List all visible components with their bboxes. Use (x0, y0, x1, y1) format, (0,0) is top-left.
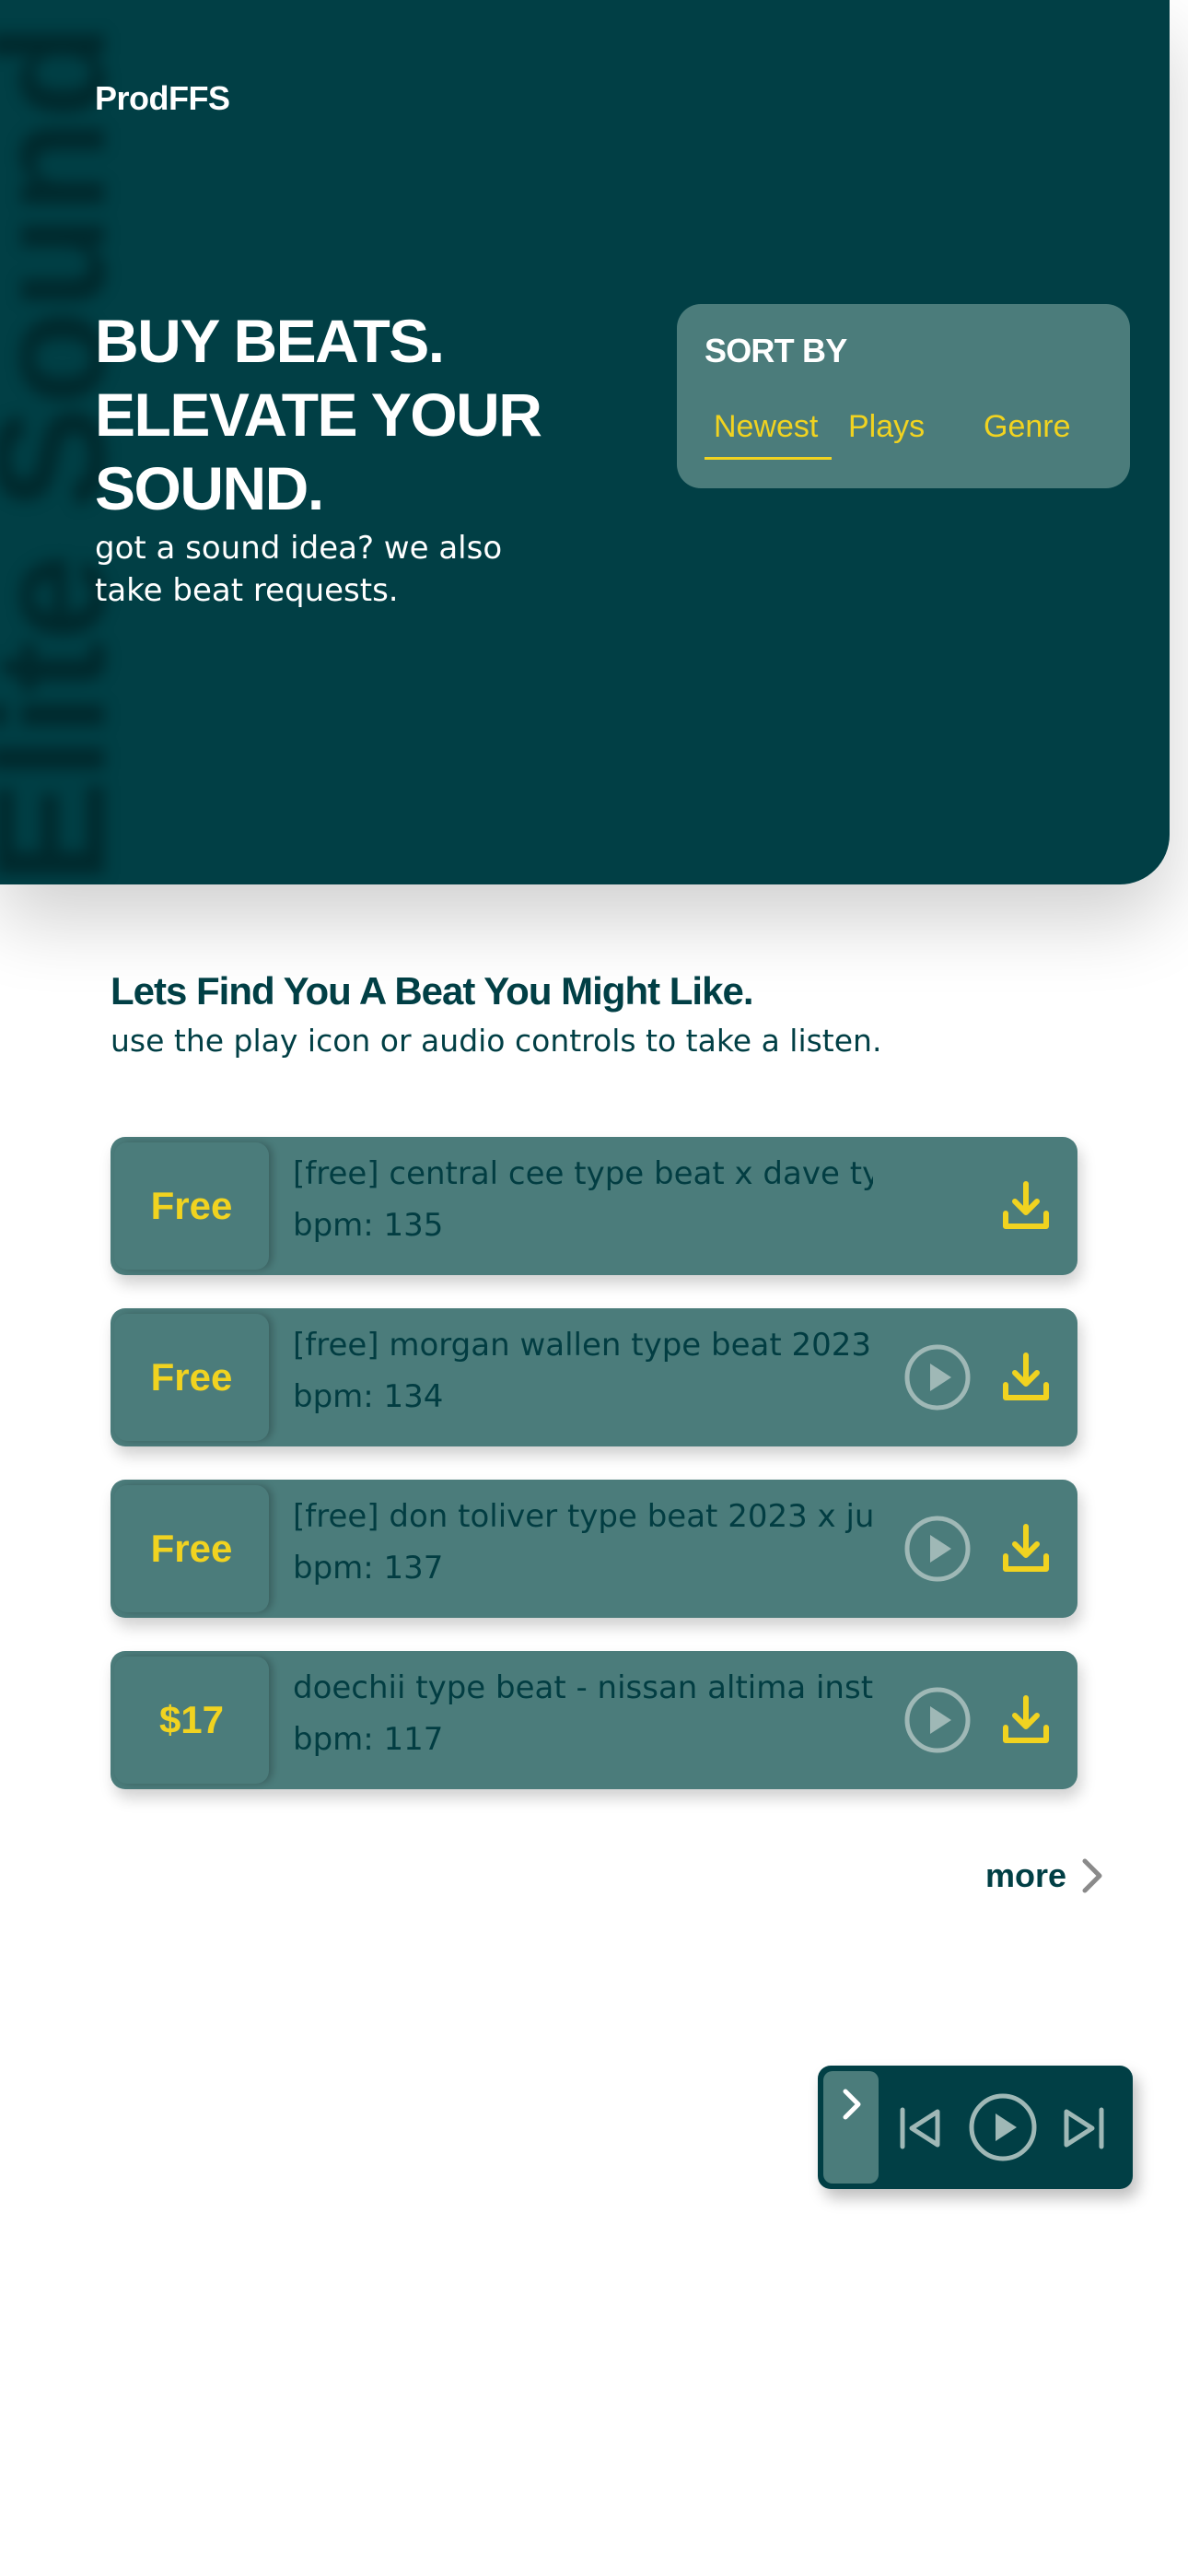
play-circle-icon[interactable] (903, 1514, 973, 1584)
hero-subline: got a sound idea? we also take beat requ… (95, 530, 503, 609)
beat-card[interactable]: Free [free] central cee type beat x dave… (111, 1137, 1077, 1275)
player-toggle-button[interactable] (823, 2071, 879, 2184)
download-icon[interactable] (996, 1177, 1055, 1235)
skip-previous-icon[interactable] (893, 2102, 945, 2158)
price-badge[interactable]: $17 (114, 1657, 269, 1784)
beat-title: [free] central cee type beat x dave typ.… (293, 1155, 873, 1192)
beat-bpm: bpm: 134 (293, 1378, 444, 1415)
price-badge[interactable]: Free (114, 1314, 269, 1441)
hero-headline: BUY BEATS. ELEVATE YOUR SOUND. (95, 307, 542, 522)
skip-next-icon[interactable] (1059, 2102, 1111, 2158)
price-badge[interactable]: Free (114, 1142, 269, 1270)
beat-title: doechii type beat - nissan altima instr.… (293, 1669, 873, 1706)
beat-title: [free] don toliver type beat 2023 x jus.… (293, 1498, 873, 1535)
beat-card[interactable]: $17 doechii type beat - nissan altima in… (111, 1651, 1077, 1789)
play-circle-icon[interactable] (903, 1342, 973, 1412)
section-title: Lets Find You A Beat You Might Like. (111, 969, 753, 1013)
play-circle-icon[interactable] (967, 2091, 1039, 2167)
brand-logo[interactable]: ProdFFS (95, 79, 230, 118)
sort-option-genre[interactable]: Genre (984, 409, 1071, 445)
beat-bpm: bpm: 117 (293, 1721, 444, 1758)
beat-title: [free] morgan wallen type beat 2023 ... (293, 1327, 873, 1364)
play-circle-icon[interactable] (903, 1685, 973, 1755)
download-icon[interactable] (996, 1691, 1055, 1750)
more-label: more (985, 1856, 1067, 1894)
page: Elite Sound ProdFFS BUY BEATS. ELEVATE Y… (0, 0, 1188, 2576)
sort-by-title: SORT BY (705, 332, 847, 369)
beat-bpm: bpm: 137 (293, 1550, 444, 1587)
beat-card[interactable]: Free [free] morgan wallen type beat 2023… (111, 1308, 1077, 1446)
sort-option-newest[interactable]: Newest (714, 409, 818, 445)
download-icon[interactable] (996, 1519, 1055, 1578)
sort-option-plays[interactable]: Plays (848, 409, 925, 445)
hero-section: Elite Sound ProdFFS BUY BEATS. ELEVATE Y… (0, 0, 1170, 884)
beat-bpm: bpm: 135 (293, 1207, 444, 1244)
more-link[interactable]: more (985, 1856, 1105, 1896)
download-icon[interactable] (996, 1348, 1055, 1407)
price-badge[interactable]: Free (114, 1485, 269, 1612)
mini-audio-player (818, 2066, 1133, 2189)
active-sort-underline (705, 457, 832, 460)
hero-background-decoration: Elite Sound (0, 23, 138, 884)
section-subtitle: use the play icon or audio controls to t… (111, 1023, 882, 1059)
beat-card[interactable]: Free [free] don toliver type beat 2023 x… (111, 1480, 1077, 1618)
chevron-right-icon (843, 2089, 861, 2120)
sort-by-card: SORT BY Newest Plays Genre (677, 304, 1130, 488)
chevron-right-icon (1082, 1858, 1102, 1893)
